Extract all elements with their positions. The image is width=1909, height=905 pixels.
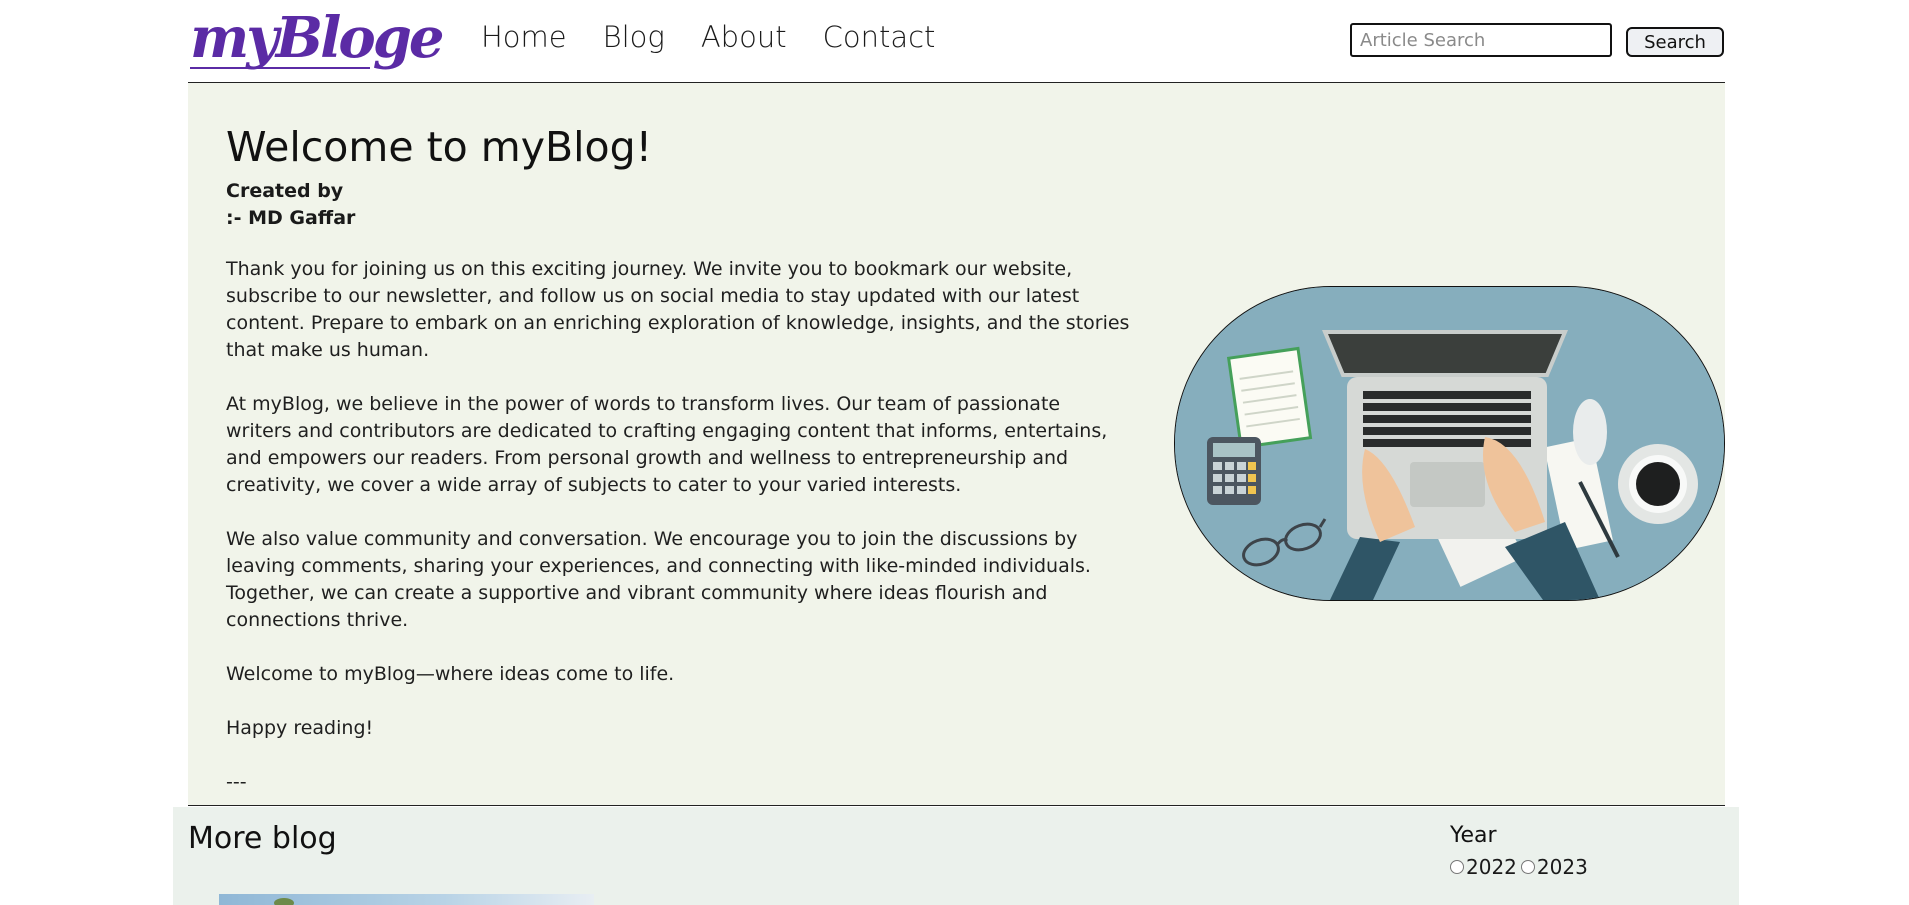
main-nav: Home Blog About Contact — [481, 20, 935, 54]
blog-thumbnail[interactable] — [219, 894, 594, 905]
tagline-paragraph: Welcome to myBlog—where ideas come to li… — [226, 663, 675, 685]
site-logo[interactable]: myBloge — [190, 4, 445, 72]
year-filter-label: Year — [1450, 823, 1497, 848]
separator-text: --- — [226, 771, 247, 793]
radio-2022[interactable] — [1450, 860, 1464, 874]
year-option-2022[interactable]: 2022 — [1450, 855, 1517, 879]
welcome-text: Thank you for joining us on this excitin… — [226, 256, 1131, 823]
more-blog-title: More blog — [188, 821, 337, 856]
community-paragraph: We also value community and conversation… — [226, 528, 1091, 631]
site-header: myBloge Home Blog About Contact Search — [188, 0, 1725, 83]
year-filter: 2022 2023 — [1450, 855, 1592, 879]
page-title: Welcome to myBlog! — [226, 123, 653, 171]
nav-blog-link[interactable]: Blog — [603, 20, 665, 54]
calculator-icon — [1207, 437, 1261, 505]
notepad-icon — [1226, 346, 1313, 450]
welcome-section: Welcome to myBlog! Created by :- MD Gaff… — [188, 83, 1725, 806]
nav-contact-link[interactable]: Contact — [823, 20, 936, 54]
year-2022-label: 2022 — [1466, 855, 1517, 879]
article-search-input[interactable] — [1350, 23, 1612, 57]
logo-underline — [190, 67, 370, 69]
created-by-label: Created by — [226, 180, 344, 202]
nav-about-link[interactable]: About — [701, 20, 787, 54]
mission-paragraph: At myBlog, we believe in the power of wo… — [226, 393, 1108, 496]
closing-paragraph: Happy reading! — [226, 717, 374, 739]
intro-paragraph: Thank you for joining us on this excitin… — [226, 258, 1130, 361]
more-blog-section: More blog Year 2022 2023 — [173, 807, 1739, 905]
year-option-2023[interactable]: 2023 — [1520, 855, 1588, 879]
search-button[interactable]: Search — [1626, 27, 1724, 57]
year-2023-label: 2023 — [1536, 855, 1588, 879]
nav-home-link[interactable]: Home — [481, 20, 567, 54]
workspace-illustration — [1175, 287, 1724, 600]
radio-2023[interactable] — [1520, 860, 1535, 874]
mouse-icon — [1573, 399, 1607, 465]
hero-illustration — [1174, 286, 1725, 601]
author-name: :- MD Gaffar — [226, 207, 356, 229]
coffee-cup-icon — [1618, 444, 1698, 524]
